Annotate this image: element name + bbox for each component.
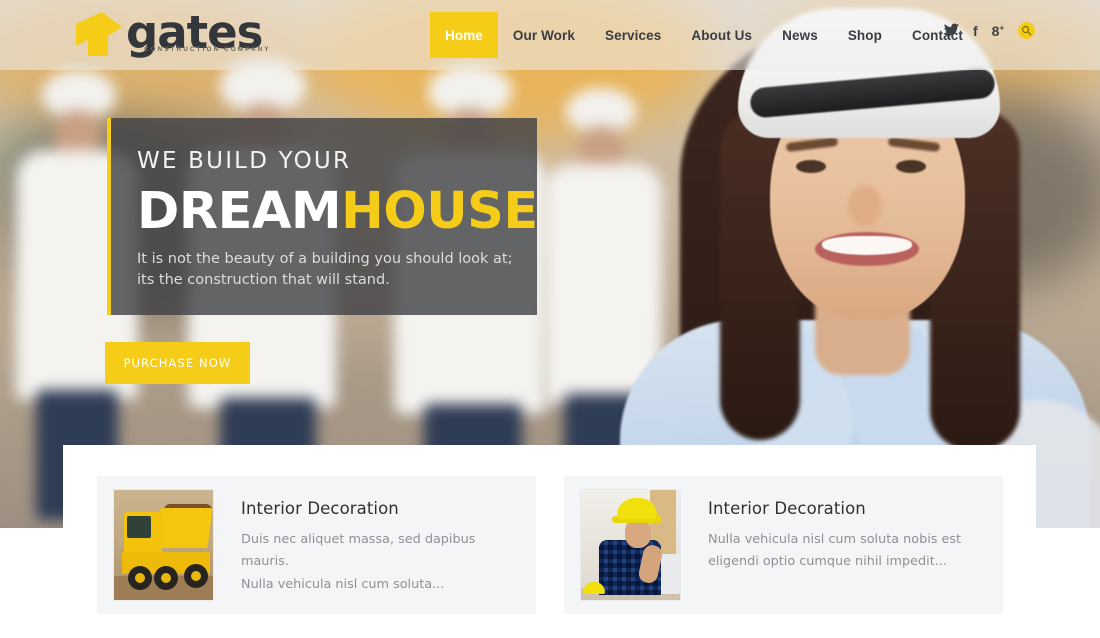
construction-worker-photo (581, 490, 680, 600)
hero-subtitle: It is not the beauty of a building you s… (137, 249, 537, 291)
nav-item-about-us[interactable]: About Us (676, 12, 767, 58)
hero-subtitle-line2: its the construction that will stand. (137, 272, 390, 289)
logo-tagline: CONSTRUCTION COMPANY (144, 46, 271, 53)
social-links: f 8+ (944, 22, 1036, 39)
hero-text-panel: WE BUILD YOUR DREAMHOUSE It is not the b… (107, 118, 538, 315)
site-logo[interactable]: gates CONSTRUCTION COMPANY (72, 6, 302, 62)
hero-kicker: WE BUILD YOUR (137, 148, 352, 174)
page-root: gates CONSTRUCTION COMPANY Home Our Work… (0, 0, 1100, 638)
search-icon[interactable] (1018, 22, 1036, 39)
purchase-now-button[interactable]: PURCHASE NOW (105, 342, 250, 384)
nav-item-home[interactable]: Home (430, 12, 498, 58)
googleplus-icon[interactable]: 8+ (992, 23, 1004, 37)
hero-title-house: HOUSE (341, 182, 538, 241)
card-title: Interior Decoration (708, 499, 866, 518)
nav-item-services[interactable]: Services (590, 12, 676, 58)
nav-item-news[interactable]: News (767, 12, 833, 58)
dump-truck-photo (114, 490, 213, 600)
hero-title-dream: DREAM (137, 182, 342, 241)
hero-title: DREAMHOUSE (137, 186, 538, 237)
nav-item-our-work[interactable]: Our Work (498, 12, 590, 58)
service-cards: Interior Decoration Duis nec aliquet mas… (97, 476, 1003, 614)
hero-subtitle-line1: It is not the beauty of a building you s… (137, 251, 513, 267)
main-navigation: Home Our Work Services About Us News Sho… (430, 12, 978, 58)
service-card[interactable]: Interior Decoration Duis nec aliquet mas… (97, 476, 536, 614)
card-description-line2: eligendi optio cumque nihil impedit... (708, 554, 947, 570)
card-description-line1: Duis nec aliquet massa, sed dapibus maur… (241, 532, 476, 570)
twitter-icon[interactable] (944, 23, 959, 38)
card-description-line1: Nulla vehicula nisl cum soluta nobis est (708, 532, 962, 547)
card-description-line2: Nulla vehicula nisl cum soluta... (241, 576, 445, 592)
nav-item-shop[interactable]: Shop (833, 12, 897, 58)
card-description: Nulla vehicula nisl cum soluta nobis est… (708, 529, 961, 574)
facebook-icon[interactable]: f (973, 24, 978, 38)
site-header: gates CONSTRUCTION COMPANY Home Our Work… (0, 0, 1100, 70)
card-title: Interior Decoration (241, 499, 399, 518)
service-card[interactable]: Interior Decoration Nulla vehicula nisl … (564, 476, 1003, 614)
card-description: Duis nec aliquet massa, sed dapibus maur… (241, 529, 524, 596)
gates-logo-icon (76, 12, 122, 56)
